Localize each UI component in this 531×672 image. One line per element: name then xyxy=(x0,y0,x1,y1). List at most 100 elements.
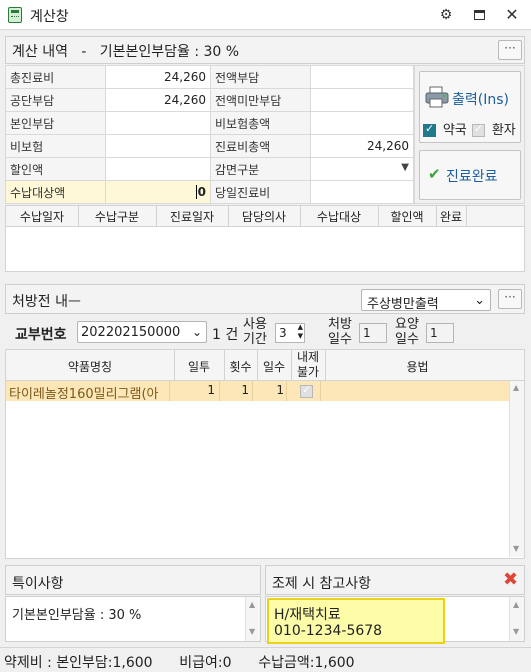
payable-input[interactable]: 0 xyxy=(105,180,211,204)
column-header: 일투 xyxy=(187,360,211,374)
value-full-burden xyxy=(310,65,414,89)
gear-icon[interactable]: ⚙ xyxy=(436,5,456,25)
special-notes-title: 특이사항 xyxy=(12,576,64,592)
label-today-fee: 당일진료비 xyxy=(210,180,311,204)
calculator-icon xyxy=(8,7,22,23)
drug-table-header: 약품명칭 일투 횟수 일수 내제 불가 용법 xyxy=(5,349,525,381)
column-header: 진료일자 xyxy=(169,210,215,224)
care-days-label: 요양 일수 xyxy=(395,317,419,347)
delete-x-icon[interactable]: ✖ xyxy=(503,569,518,590)
drug-days: 1 xyxy=(276,383,284,397)
label-care-total: 진료비총액 xyxy=(210,134,311,158)
label-uninsured-total: 비보험총액 xyxy=(210,111,311,135)
column-header: 약품명칭 xyxy=(67,360,113,374)
summary-row: 비보험 진료비총액 24,260 xyxy=(5,134,414,158)
close-icon[interactable]: ✕ xyxy=(502,5,522,25)
value-uninsured-total xyxy=(310,111,414,135)
note-line-1: H/재택치료 xyxy=(274,607,341,623)
status-bar: 약제비 : 본인부담:1,600 비급여:0 수납금액:1,600 xyxy=(0,647,531,672)
action-panel: 출력(Ins) 약국 환자 ✔ 진료완료 xyxy=(414,65,525,204)
table-row[interactable]: 타이레놀정160밀리그램(아 1 1 1 xyxy=(6,381,509,402)
value-insurer-share: 24,260 xyxy=(105,88,211,112)
use-period-spinner[interactable]: 3 ▲ ▼ xyxy=(275,323,305,343)
summary-row: 공단부담 24,260 전액미만부담 xyxy=(5,88,414,112)
special-notes-text: 기본본인부담율 : 30 % xyxy=(12,608,142,623)
check-icon xyxy=(423,122,436,137)
special-notes-header: 특이사항 xyxy=(5,565,261,595)
status-text: 약제비 : 본인부담:1,600 비급여:0 수납금액:1,600 xyxy=(4,655,355,671)
column-header: 내제 불가 xyxy=(296,350,320,379)
prescription-title: 처방전 내ᅳ xyxy=(12,294,81,310)
scroll-down-icon[interactable]: ▼ xyxy=(249,627,255,636)
use-period-label: 사용 기간 xyxy=(243,317,267,347)
note-line-2: 010-1234-5678 xyxy=(274,623,383,639)
prescription-info-row: 교부번호 202202150000 ⌄ 1 건 사용 기간 3 ▲ ▼ 처방 일수… xyxy=(5,315,525,349)
label-uninsured: 비보험 xyxy=(5,134,106,158)
summary-header: 계산 내역 - 기본본인부담율 : 30 % ··· xyxy=(5,36,525,64)
value-under-full-burden xyxy=(310,88,414,112)
column-header: 할인액 xyxy=(390,210,424,224)
prescription-header: 처방전 내ᅳ 주상병만출력 ⌄ ··· xyxy=(5,284,525,314)
summary-more-button[interactable]: ··· xyxy=(498,40,522,60)
print-button[interactable]: 출력(Ins) 약국 환자 xyxy=(419,71,521,143)
spinner-arrows-icon[interactable]: ▲ ▼ xyxy=(298,323,303,341)
special-notes-textarea[interactable]: 기본본인부담율 : 30 % ▲ ▼ xyxy=(5,596,261,642)
dispensing-notes-scrollbar[interactable]: ▲ ▼ xyxy=(509,597,524,641)
special-notes-scrollbar[interactable]: ▲ ▼ xyxy=(245,597,260,641)
window-title: 계산창 xyxy=(30,9,69,25)
check-icon xyxy=(472,122,485,137)
value-total-fee: 24,260 xyxy=(105,65,211,89)
no-substitute-checkbox[interactable] xyxy=(300,383,313,398)
complete-button[interactable]: ✔ 진료완료 xyxy=(419,150,521,200)
dispensing-notes-textarea[interactable]: H/재택치료 010-1234-5678 ▲ ▼ xyxy=(265,596,525,644)
column-header: 담당의사 xyxy=(241,210,287,224)
ref-number-label: 교부번호 xyxy=(15,327,67,343)
chevron-down-icon: ⌄ xyxy=(474,293,485,308)
column-header: 수납대상 xyxy=(316,210,362,224)
payment-table-header: 수납일자 수납구분 진료일자 담당의사 수납대상 할인액 완료 xyxy=(5,205,525,227)
label-patient-share: 본인부담 xyxy=(5,111,106,135)
scroll-down-icon[interactable]: ▼ xyxy=(513,627,519,636)
print-option-value: 주상병만출력 xyxy=(367,297,439,312)
discount-input[interactable] xyxy=(105,157,211,181)
patient-checkbox[interactable]: 환자 xyxy=(472,119,516,138)
pharmacy-checkbox-label: 약국 xyxy=(442,123,467,138)
label-total-fee: 총진료비 xyxy=(5,65,106,89)
ref-number-select[interactable]: 202202150000 ⌄ xyxy=(77,321,207,343)
rx-days-field: 1 xyxy=(359,323,387,343)
complete-button-label: 진료완료 xyxy=(446,169,498,185)
value-uninsured xyxy=(105,134,211,158)
column-header: 완료 xyxy=(439,210,463,224)
restore-icon[interactable] xyxy=(469,5,489,25)
ref-number-value: 202202150000 xyxy=(81,325,181,340)
label-discount: 할인액 xyxy=(5,157,106,181)
summary-row: 총진료비 24,260 전액부담 xyxy=(5,65,414,89)
drug-table-body: 타이레놀정160밀리그램(아 1 1 1 ▲ ▼ xyxy=(5,381,525,559)
pharmacy-checkbox[interactable]: 약국 xyxy=(423,119,467,138)
print-button-label: 출력(Ins) xyxy=(452,92,509,108)
use-period-value: 3 xyxy=(279,326,287,340)
care-days-field: 1 xyxy=(426,323,454,343)
label-reduction-type: 감면구분 xyxy=(210,157,311,181)
label-payable: 수납대상액 xyxy=(5,180,106,204)
count-label: 1 건 xyxy=(212,327,239,343)
drug-times: 1 xyxy=(241,383,249,397)
printer-icon xyxy=(425,86,449,108)
scroll-up-icon[interactable]: ▲ xyxy=(513,600,519,609)
drug-table-scrollbar[interactable]: ▲ ▼ xyxy=(509,381,524,557)
column-header: 수납일자 xyxy=(19,210,65,224)
prescription-more-button[interactable]: ··· xyxy=(498,289,522,309)
scroll-up-icon[interactable]: ▲ xyxy=(249,600,255,609)
label-full-burden: 전액부담 xyxy=(210,65,311,89)
column-header: 일수 xyxy=(262,360,286,374)
dispensing-notes-title: 조제 시 참고사항 xyxy=(272,576,372,592)
reduction-type-select[interactable]: ▼ xyxy=(310,157,414,181)
check-icon xyxy=(300,383,313,398)
print-option-select[interactable]: 주상병만출력 ⌄ xyxy=(361,289,491,312)
summary-title: 계산 내역 - 기본본인부담율 : 30 % xyxy=(12,44,240,60)
payment-table-body[interactable] xyxy=(5,227,525,272)
summary-row: 본인부담 비보험총액 xyxy=(5,111,414,135)
value-today-fee xyxy=(310,180,414,204)
scroll-up-icon[interactable]: ▲ xyxy=(513,383,519,392)
scroll-down-icon[interactable]: ▼ xyxy=(513,544,519,553)
